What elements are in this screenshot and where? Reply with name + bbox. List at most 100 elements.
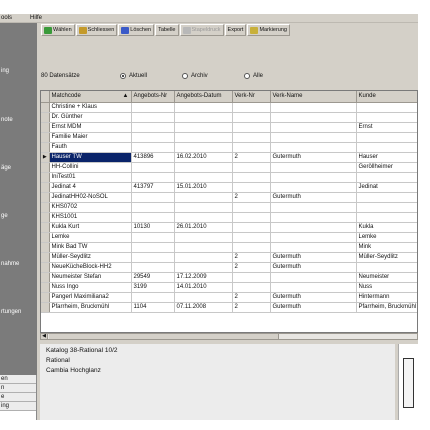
cell-matchcode[interactable]: Christine + Klaus bbox=[49, 102, 132, 113]
table-row[interactable]: KHS0702 bbox=[41, 202, 417, 213]
cell-seller-number[interactable]: 2 bbox=[232, 252, 271, 263]
cell-offer-number[interactable] bbox=[131, 132, 175, 143]
cell-seller-number[interactable] bbox=[232, 132, 271, 143]
cell-matchcode[interactable]: Pangerl Maximiliana2 bbox=[49, 292, 132, 303]
row-indicator[interactable] bbox=[41, 102, 50, 113]
cell-offer-number[interactable] bbox=[131, 292, 175, 303]
radio-current[interactable]: Aktuell bbox=[120, 73, 147, 79]
scroll-left-icon[interactable]: ◀ bbox=[41, 334, 48, 339]
cell-customer[interactable]: Jedinat bbox=[356, 182, 417, 193]
table-row[interactable]: Christine + Klaus bbox=[41, 102, 417, 113]
cell-customer[interactable]: Kukla bbox=[356, 222, 417, 233]
table-row[interactable]: Lemke Lemke bbox=[41, 232, 417, 243]
cell-customer[interactable] bbox=[356, 112, 417, 123]
cell-seller-number[interactable] bbox=[232, 202, 271, 213]
cell-offer-number[interactable] bbox=[131, 102, 175, 113]
cell-matchcode[interactable]: Ernst MDM bbox=[49, 122, 132, 133]
cell-offer-date[interactable] bbox=[174, 172, 233, 183]
batch-print-button[interactable]: Stapeldruck bbox=[179, 24, 224, 36]
radio-all[interactable]: Alle bbox=[244, 73, 263, 79]
row-indicator[interactable] bbox=[41, 182, 50, 193]
scrollbar-thumb[interactable] bbox=[49, 334, 279, 339]
cell-seller-name[interactable] bbox=[270, 182, 357, 193]
cell-customer[interactable]: Ernst bbox=[356, 122, 417, 133]
cell-offer-number[interactable] bbox=[131, 122, 175, 133]
cell-matchcode[interactable]: Familie Maier bbox=[49, 132, 132, 143]
horizontal-scrollbar[interactable]: ◀ bbox=[40, 333, 418, 340]
cell-offer-number[interactable] bbox=[131, 172, 175, 183]
cell-seller-number[interactable] bbox=[232, 142, 271, 153]
cell-seller-name[interactable] bbox=[270, 242, 357, 253]
cell-offer-date[interactable] bbox=[174, 162, 233, 173]
row-indicator[interactable] bbox=[41, 172, 50, 183]
cell-customer[interactable] bbox=[356, 262, 417, 273]
radio-button-checked[interactable] bbox=[120, 73, 126, 79]
cell-offer-date[interactable] bbox=[174, 252, 233, 263]
cell-offer-date[interactable]: 26.01.2010 bbox=[174, 222, 233, 233]
cell-offer-date[interactable] bbox=[174, 192, 233, 203]
cell-offer-date[interactable] bbox=[174, 132, 233, 143]
cell-offer-date[interactable] bbox=[174, 142, 233, 153]
cell-offer-number[interactable] bbox=[131, 202, 175, 213]
row-indicator[interactable] bbox=[41, 162, 50, 173]
cell-seller-name[interactable] bbox=[270, 132, 357, 143]
column-header-seller-name[interactable]: Verk-Name bbox=[270, 91, 357, 103]
cell-customer[interactable]: Nuss bbox=[356, 282, 417, 293]
sidebar-item-4[interactable]: ge bbox=[1, 213, 8, 219]
select-button[interactable]: Wählen bbox=[41, 24, 75, 36]
cell-offer-number[interactable]: 10130 bbox=[131, 222, 175, 233]
sidebar-item-5[interactable]: nahme bbox=[1, 261, 19, 267]
cell-matchcode[interactable]: KHS1001 bbox=[49, 212, 132, 223]
cell-seller-name[interactable] bbox=[270, 162, 357, 173]
cell-offer-date[interactable]: 07.11.2008 bbox=[174, 302, 233, 313]
row-indicator[interactable] bbox=[41, 142, 50, 153]
cell-seller-number[interactable] bbox=[232, 222, 271, 233]
table-row[interactable]: Nuss Ingo 3199 14.01.2010 Nuss bbox=[41, 282, 417, 293]
cell-seller-name[interactable] bbox=[270, 112, 357, 123]
cell-seller-name[interactable] bbox=[270, 272, 357, 283]
cell-seller-name[interactable]: Gutermuth bbox=[270, 292, 357, 303]
cell-offer-date[interactable]: 17.12.2009 bbox=[174, 272, 233, 283]
cell-offer-number[interactable] bbox=[131, 212, 175, 223]
sidebar-bottom-item[interactable]: en bbox=[0, 375, 36, 384]
current-row-indicator-icon[interactable]: ▶ bbox=[41, 152, 50, 163]
cell-seller-number[interactable] bbox=[232, 182, 271, 193]
row-indicator[interactable] bbox=[41, 192, 50, 203]
cell-customer[interactable] bbox=[356, 212, 417, 223]
cell-seller-number[interactable]: 2 bbox=[232, 292, 271, 303]
cell-seller-number[interactable]: 2 bbox=[232, 262, 271, 273]
table-row[interactable]: Pangerl Maximiliana2 2 Gutermuth Hintermann bbox=[41, 292, 417, 303]
column-header-customer[interactable]: Kunde bbox=[356, 91, 417, 103]
row-indicator[interactable] bbox=[41, 262, 50, 273]
cell-matchcode[interactable]: Neumeister Stefan bbox=[49, 272, 132, 283]
table-row[interactable]: NeueKücheBlock-HH2 2 Gutermuth bbox=[41, 262, 417, 273]
sidebar-item-6[interactable]: rtungen bbox=[1, 309, 21, 315]
cell-matchcode[interactable]: Hauser TW bbox=[49, 152, 132, 163]
cell-matchcode[interactable]: Pfarrheim, Bruckmühl bbox=[49, 302, 132, 313]
cell-matchcode[interactable]: Lemke bbox=[49, 232, 132, 243]
cell-matchcode[interactable]: Nuss Ingo bbox=[49, 282, 132, 293]
cell-customer[interactable]: Hintermann bbox=[356, 292, 417, 303]
delete-button[interactable]: Löschen bbox=[118, 24, 155, 36]
cell-offer-date[interactable] bbox=[174, 212, 233, 223]
table-row[interactable]: IniTest01 bbox=[41, 172, 417, 183]
cell-seller-name[interactable]: Gutermuth bbox=[270, 252, 357, 263]
row-indicator[interactable] bbox=[41, 302, 50, 313]
cell-offer-date[interactable] bbox=[174, 292, 233, 303]
cell-matchcode[interactable]: Jedinat 4 bbox=[49, 182, 132, 193]
row-indicator[interactable] bbox=[41, 202, 50, 213]
cell-offer-number[interactable] bbox=[131, 252, 175, 263]
sidebar-bottom-item[interactable]: e bbox=[0, 393, 36, 402]
cell-customer[interactable] bbox=[356, 102, 417, 113]
cell-customer[interactable]: Geröllheimer bbox=[356, 162, 417, 173]
cell-seller-name[interactable] bbox=[270, 102, 357, 113]
column-header-matchcode[interactable]: Matchcode ▲ bbox=[49, 91, 132, 103]
cell-offer-number[interactable] bbox=[131, 162, 175, 173]
column-header-offer-date[interactable]: Angebots-Datum bbox=[174, 91, 233, 103]
table-row[interactable]: Kukla Kurt 10130 26.01.2010 Kukla bbox=[41, 222, 417, 233]
table-row[interactable]: Mink Bad TW Mink bbox=[41, 242, 417, 253]
row-indicator[interactable] bbox=[41, 292, 50, 303]
cell-matchcode[interactable]: IniTest01 bbox=[49, 172, 132, 183]
cell-matchcode[interactable]: KHS0702 bbox=[49, 202, 132, 213]
radio-button[interactable] bbox=[182, 73, 188, 79]
